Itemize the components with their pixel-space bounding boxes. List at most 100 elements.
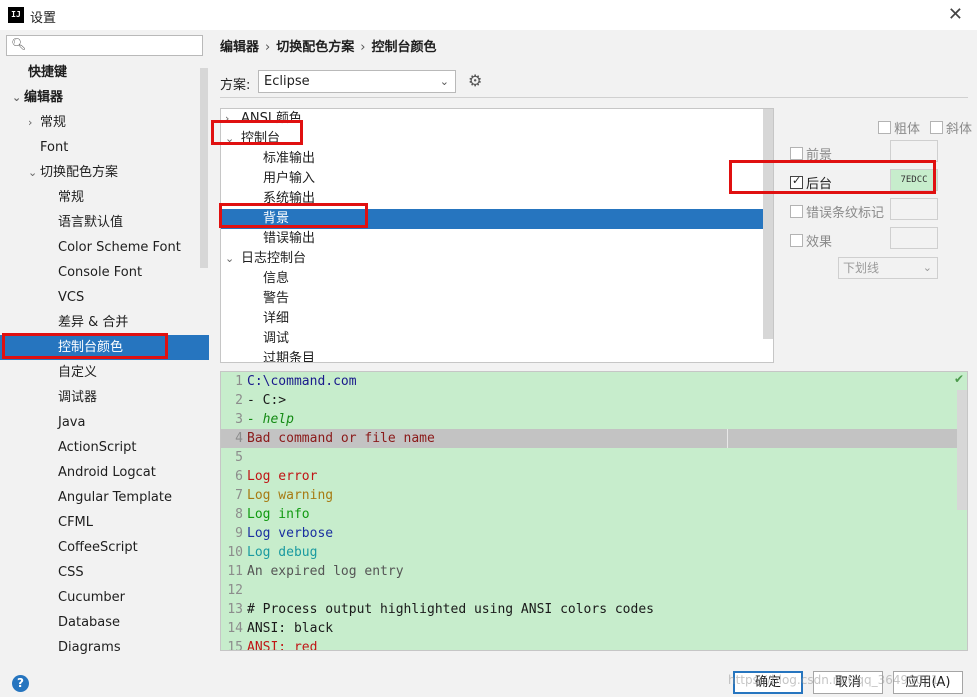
error-stripe-option[interactable]: 错误条纹标记 — [790, 202, 884, 221]
attribute-tree-item[interactable]: 警告 — [221, 289, 763, 309]
attribute-tree-item[interactable]: 信息 — [221, 269, 763, 289]
sidebar-item-label: Diagrams — [58, 640, 121, 655]
attribute-tree-item[interactable]: 错误输出 — [221, 229, 763, 249]
sidebar-item-label: 调试器 — [58, 390, 98, 405]
preview-line: 2 - C:> — [221, 391, 967, 410]
attribute-tree-item[interactable]: 调试 — [221, 329, 763, 349]
sidebar-item[interactable]: Font — [0, 135, 209, 160]
sidebar-item[interactable]: 语言默认值 — [0, 210, 209, 235]
sidebar-item-label: Angular Template — [58, 490, 172, 505]
help-icon[interactable]: ? — [12, 675, 29, 692]
sidebar-item-label: Database — [58, 615, 121, 630]
attribute-tree-item[interactable]: 背景 — [221, 209, 763, 229]
sidebar-item[interactable]: VCS — [0, 285, 209, 310]
preview-scrollbar[interactable] — [957, 390, 967, 510]
sidebar-item[interactable]: 快捷键 — [0, 60, 209, 85]
effects-option[interactable]: 效果 — [790, 231, 832, 250]
preview-line: 11 An expired log entry — [221, 562, 967, 581]
attribute-tree-label: 信息 — [263, 271, 290, 286]
italic-checkbox[interactable] — [930, 121, 943, 134]
line-number: 7 — [235, 488, 243, 503]
background-option[interactable]: 后台 — [790, 173, 832, 192]
line-number: 9 — [235, 526, 243, 541]
preview-line-text: - help — [247, 412, 294, 427]
foreground-option[interactable]: 前景 — [790, 144, 832, 163]
attribute-tree-label: ANSI 颜色 — [241, 111, 302, 126]
preview-line-text: C:\command.com — [247, 374, 357, 389]
scheme-select[interactable]: Eclipse ⌄ — [258, 70, 456, 93]
attribute-tree-item[interactable]: ⌄ 日志控制台 — [221, 249, 763, 269]
attribute-tree-label: 日志控制台 — [241, 251, 307, 266]
sidebar-item[interactable]: Console Font — [0, 260, 209, 285]
line-number: 14 — [227, 621, 243, 636]
sidebar-item-label: 编辑器 — [24, 90, 64, 105]
sidebar-item-label: CoffeeScript — [58, 540, 138, 555]
tree-scrollbar[interactable] — [763, 109, 773, 339]
sidebar-item[interactable]: 常规 — [0, 185, 209, 210]
search-input[interactable] — [31, 37, 199, 54]
italic-option[interactable]: 斜体 — [930, 118, 972, 137]
chevron-right-icon[interactable]: › — [28, 110, 40, 135]
background-color-swatch[interactable]: 7EDCC — [890, 169, 938, 191]
sidebar-item[interactable]: Diagrams — [0, 635, 209, 660]
attribute-tree-item[interactable]: 过期条目 — [221, 349, 763, 362]
attribute-tree-item[interactable]: 用户输入 — [221, 169, 763, 189]
sidebar-item[interactable]: › 常规 — [0, 110, 209, 135]
sidebar-item[interactable]: Android Logcat — [0, 460, 209, 485]
background-checkbox[interactable] — [790, 174, 803, 189]
sidebar-item[interactable]: 调试器 — [0, 385, 209, 410]
sidebar-item[interactable]: ActionScript — [0, 435, 209, 460]
sidebar-item[interactable]: Database — [0, 610, 209, 635]
preview-line: 7 Log warning — [221, 486, 967, 505]
effect-type-select[interactable]: 下划线 ⌄ — [838, 257, 938, 279]
preview-line-text: Log verbose — [247, 526, 334, 541]
sidebar-item-label: 语言默认值 — [58, 215, 124, 230]
sidebar-item[interactable]: Angular Template — [0, 485, 209, 510]
attribute-tree-label: 详细 — [263, 311, 290, 326]
chevron-down-icon[interactable]: ⌄ — [12, 85, 24, 110]
attribute-tree-item[interactable]: 标准输出 — [221, 149, 763, 169]
sidebar-item[interactable]: Java — [0, 410, 209, 435]
effects-label: 效果 — [806, 235, 833, 250]
breadcrumb-item[interactable]: 切换配色方案 — [276, 40, 354, 55]
sidebar-item[interactable]: CFML — [0, 510, 209, 535]
sidebar-item[interactable]: 自定义 — [0, 360, 209, 385]
sidebar-item[interactable]: 控制台颜色 — [0, 335, 209, 360]
settings-search[interactable]: 🔍︎ — [6, 35, 203, 56]
sidebar-item[interactable]: 差异 & 合并 — [0, 310, 209, 335]
preview-line: 12 — [221, 581, 967, 600]
sidebar-item[interactable]: Color Scheme Font — [0, 235, 209, 260]
chevron-down-icon[interactable]: ⌄ — [225, 249, 241, 269]
attribute-tree-item[interactable]: › ANSI 颜色 — [221, 109, 763, 129]
sidebar-item-label: Font — [40, 140, 69, 155]
attribute-tree-item[interactable]: ⌄ 控制台 — [221, 129, 763, 149]
bold-option[interactable]: 粗体 — [878, 118, 920, 137]
gear-icon[interactable]: ⚙ — [468, 71, 482, 90]
attribute-tree-label: 系统输出 — [263, 191, 316, 206]
sidebar-item[interactable]: ⌄ 编辑器 — [0, 85, 209, 110]
chevron-down-icon[interactable]: ⌄ — [28, 160, 40, 185]
effects-color-swatch[interactable] — [890, 227, 938, 249]
console-preview[interactable]: 15 ANSI: red 14 ANSI: black 13 # Process outp… — [220, 371, 968, 651]
effects-checkbox[interactable] — [790, 234, 803, 247]
error-stripe-checkbox[interactable] — [790, 205, 803, 218]
sidebar-item[interactable]: ⌄ 切换配色方案 — [0, 160, 209, 185]
sidebar-item[interactable]: CSS — [0, 560, 209, 585]
attribute-tree-item[interactable]: 系统输出 — [221, 189, 763, 209]
sidebar-item[interactable]: Cucumber — [0, 585, 209, 610]
bold-checkbox[interactable] — [878, 121, 891, 134]
breadcrumb-item[interactable]: 编辑器 — [220, 40, 259, 55]
sidebar-item[interactable]: CoffeeScript — [0, 535, 209, 560]
attribute-tree-item[interactable]: 详细 — [221, 309, 763, 329]
sidebar-item-label: Cucumber — [58, 590, 125, 605]
error-stripe-color-swatch[interactable] — [890, 198, 938, 220]
preview-line: 8 Log info — [221, 505, 967, 524]
foreground-checkbox[interactable] — [790, 147, 803, 160]
chevron-right-icon[interactable]: › — [225, 109, 241, 129]
breadcrumb-item: 控制台颜色 — [371, 40, 437, 55]
chevron-down-icon[interactable]: ⌄ — [225, 129, 241, 149]
preview-line-text: ANSI: red — [247, 640, 318, 651]
close-icon[interactable]: ✕ — [948, 4, 963, 25]
foreground-color-swatch[interactable] — [890, 140, 938, 162]
preview-line-text: Log warning — [247, 488, 334, 503]
